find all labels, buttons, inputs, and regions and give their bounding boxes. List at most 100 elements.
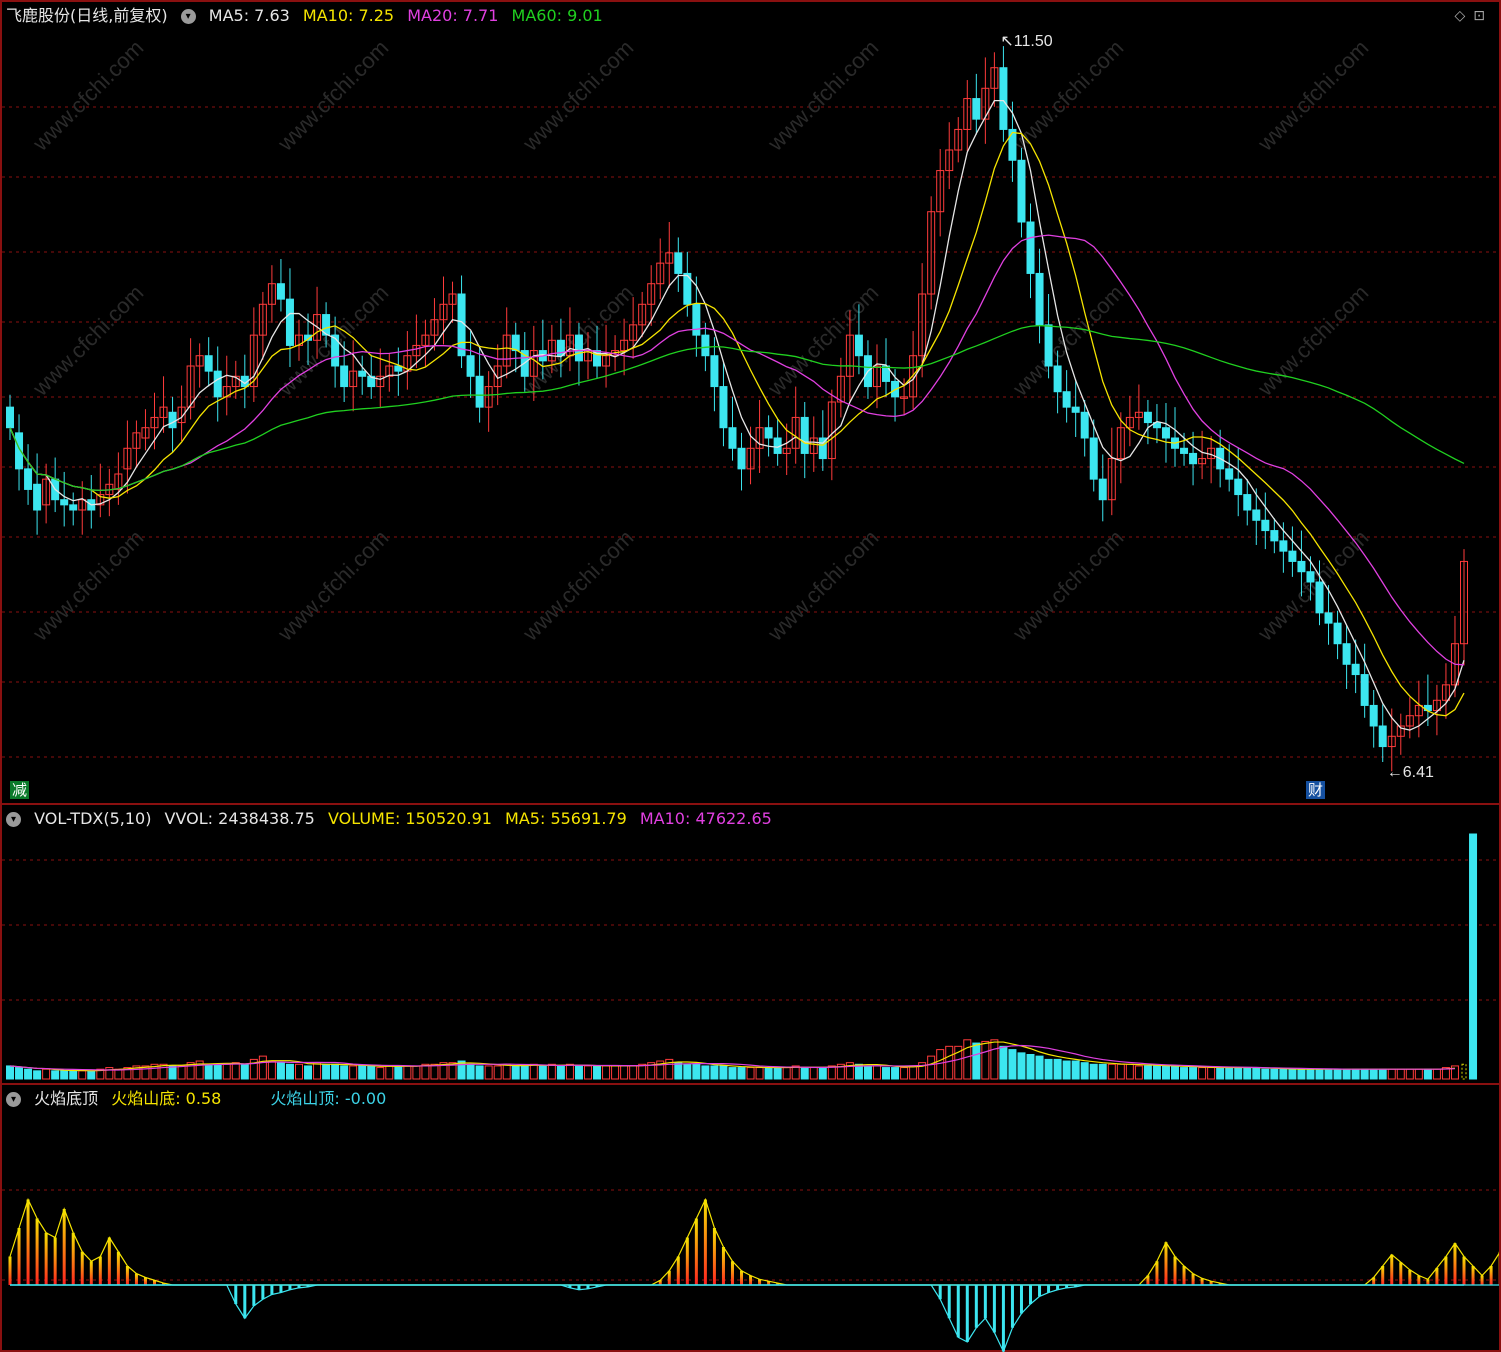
candle-down — [1053, 365, 1062, 393]
volume-label: VOLUME: 150520.91 — [327, 809, 492, 828]
flame-bottom-bar — [1417, 1275, 1421, 1285]
volume-bar-down — [87, 1070, 96, 1080]
volume-bar-down — [475, 1065, 484, 1080]
volume-bar-up — [909, 1065, 918, 1080]
watermark-text: www.cfchi.com — [272, 35, 393, 156]
reduce-badge[interactable]: 减 — [10, 781, 30, 799]
volume-bar-up — [349, 1065, 358, 1080]
volume-bar-up — [1405, 1068, 1414, 1080]
volume-bar-up — [222, 1063, 231, 1080]
candle-down — [60, 499, 69, 506]
volume-bar-down — [358, 1065, 367, 1080]
candle-down — [800, 416, 809, 454]
flame-top-label: 火焰山顶: -0.00 — [270, 1089, 387, 1108]
flame-bottom-bar — [116, 1251, 120, 1285]
flame-bottom-bar — [125, 1266, 129, 1285]
vol-ma5-label: MA5: 55691.79 — [505, 809, 627, 828]
volume-bar-up — [1432, 1068, 1441, 1080]
volume-bar-up — [484, 1065, 493, 1080]
watermark-text: www.cfchi.com — [272, 525, 393, 646]
volume-bar-up — [927, 1055, 936, 1080]
candle-down — [33, 483, 42, 511]
ma20-line — [9, 234, 1465, 666]
volume-bar-down — [1080, 1062, 1089, 1080]
volume-bar-down — [1333, 1068, 1342, 1080]
volume-bar — [1461, 1063, 1467, 1080]
volume-bar-up — [936, 1049, 945, 1080]
candle-down — [1369, 704, 1378, 727]
flame-indicator-name[interactable]: 火焰底顶 — [34, 1089, 98, 1108]
candle-down — [719, 386, 728, 429]
watermark-text: www.cfchi.com — [517, 35, 638, 156]
volume-bar-down — [240, 1063, 249, 1080]
flame-top-bar — [992, 1285, 996, 1333]
volume-bar-down — [728, 1067, 737, 1080]
volume-chart-svg[interactable] — [2, 805, 1499, 1083]
volume-bar-down — [1044, 1058, 1053, 1080]
flame-bottom-bar — [676, 1256, 680, 1285]
volume-header: ▾ VOL-TDX(5,10) VVOL: 2438438.75 VOLUME:… — [6, 808, 780, 830]
volume-bar-down — [60, 1070, 69, 1080]
candle-down — [331, 334, 340, 367]
price-chart-svg[interactable]: www.cfchi.com www.cfchi.com www.cfchi.com w… — [2, 2, 1499, 800]
finance-badge[interactable]: 财 — [1306, 781, 1326, 799]
candle-down — [764, 427, 773, 439]
candle-down — [674, 252, 683, 274]
volume-bar-down — [1324, 1068, 1333, 1080]
volume-bar-up — [502, 1063, 511, 1080]
candle-down — [1261, 519, 1270, 532]
volume-bar-up — [963, 1039, 972, 1080]
chevron-down-icon[interactable]: ▾ — [180, 9, 196, 24]
volume-bar-down — [1216, 1067, 1225, 1080]
volume-pane[interactable]: ▾ VOL-TDX(5,10) VVOL: 2438438.75 VOLUME:… — [2, 803, 1499, 1083]
volume-bar-down — [204, 1063, 213, 1080]
diamond-icon[interactable]: ◇ — [1454, 8, 1473, 24]
candle-down — [466, 355, 475, 377]
flame-chart-svg[interactable] — [2, 1085, 1499, 1352]
flame-bottom-bar — [53, 1237, 57, 1285]
expand-icon[interactable]: ⊡ — [1473, 8, 1493, 24]
flame-top-bar — [965, 1285, 969, 1342]
candle-down — [854, 334, 863, 357]
volume-bar-up — [629, 1065, 638, 1080]
volume-bar-down — [1342, 1068, 1351, 1080]
volume-bar-up — [945, 1045, 954, 1080]
volume-bar-down — [1225, 1067, 1234, 1080]
chevron-down-icon[interactable]: ▾ — [6, 812, 21, 827]
volume-bar-up — [782, 1067, 791, 1080]
volume-bar-up — [755, 1067, 764, 1080]
low-price-label: ←6.41 — [1387, 764, 1434, 781]
volume-bar-up — [1198, 1067, 1207, 1080]
volume-bar-down — [1008, 1049, 1017, 1080]
candle-down — [358, 370, 367, 377]
volume-bar-down — [1180, 1067, 1189, 1080]
vol-indicator-name[interactable]: VOL-TDX(5,10) — [34, 809, 151, 828]
chevron-down-icon[interactable]: ▾ — [6, 1092, 21, 1107]
flame-bottom-bar — [1399, 1262, 1403, 1285]
flame-bottom-bar — [1489, 1266, 1493, 1285]
candle-down — [1080, 411, 1089, 439]
candle-down — [1044, 324, 1053, 367]
price-pane[interactable]: www.cfchi.com www.cfchi.com www.cfchi.com w… — [2, 2, 1499, 800]
flame-bottom-bar — [694, 1218, 698, 1285]
flame-bottom-bar — [1471, 1266, 1475, 1285]
flame-bottom-bar — [1453, 1243, 1457, 1285]
volume-bar-down — [710, 1065, 719, 1080]
volume-bar-down — [773, 1067, 782, 1080]
volume-bar-up — [1396, 1068, 1405, 1080]
ma5-line — [9, 99, 1465, 731]
volume-bar-down — [33, 1070, 42, 1080]
volume-bar-down — [6, 1065, 14, 1080]
window-controls: ◇⊡ — [1454, 8, 1493, 24]
volume-bar-down — [51, 1070, 60, 1080]
flame-bottom-bar — [703, 1199, 707, 1285]
candle-down — [1270, 530, 1279, 542]
flame-pane[interactable]: ▾ 火焰底顶 火焰山底: 0.58 火焰山顶: -0.00 — [2, 1083, 1499, 1352]
volume-bar-up — [231, 1062, 240, 1080]
candle-down — [1189, 452, 1198, 465]
volume-bar-down — [1161, 1065, 1170, 1080]
stock-title[interactable]: 飞鹿股份(日线,前复权) — [6, 6, 168, 25]
volume-bar-up — [602, 1065, 611, 1080]
volume-bar-down — [1234, 1067, 1243, 1080]
flame-bottom-bar — [740, 1270, 744, 1285]
